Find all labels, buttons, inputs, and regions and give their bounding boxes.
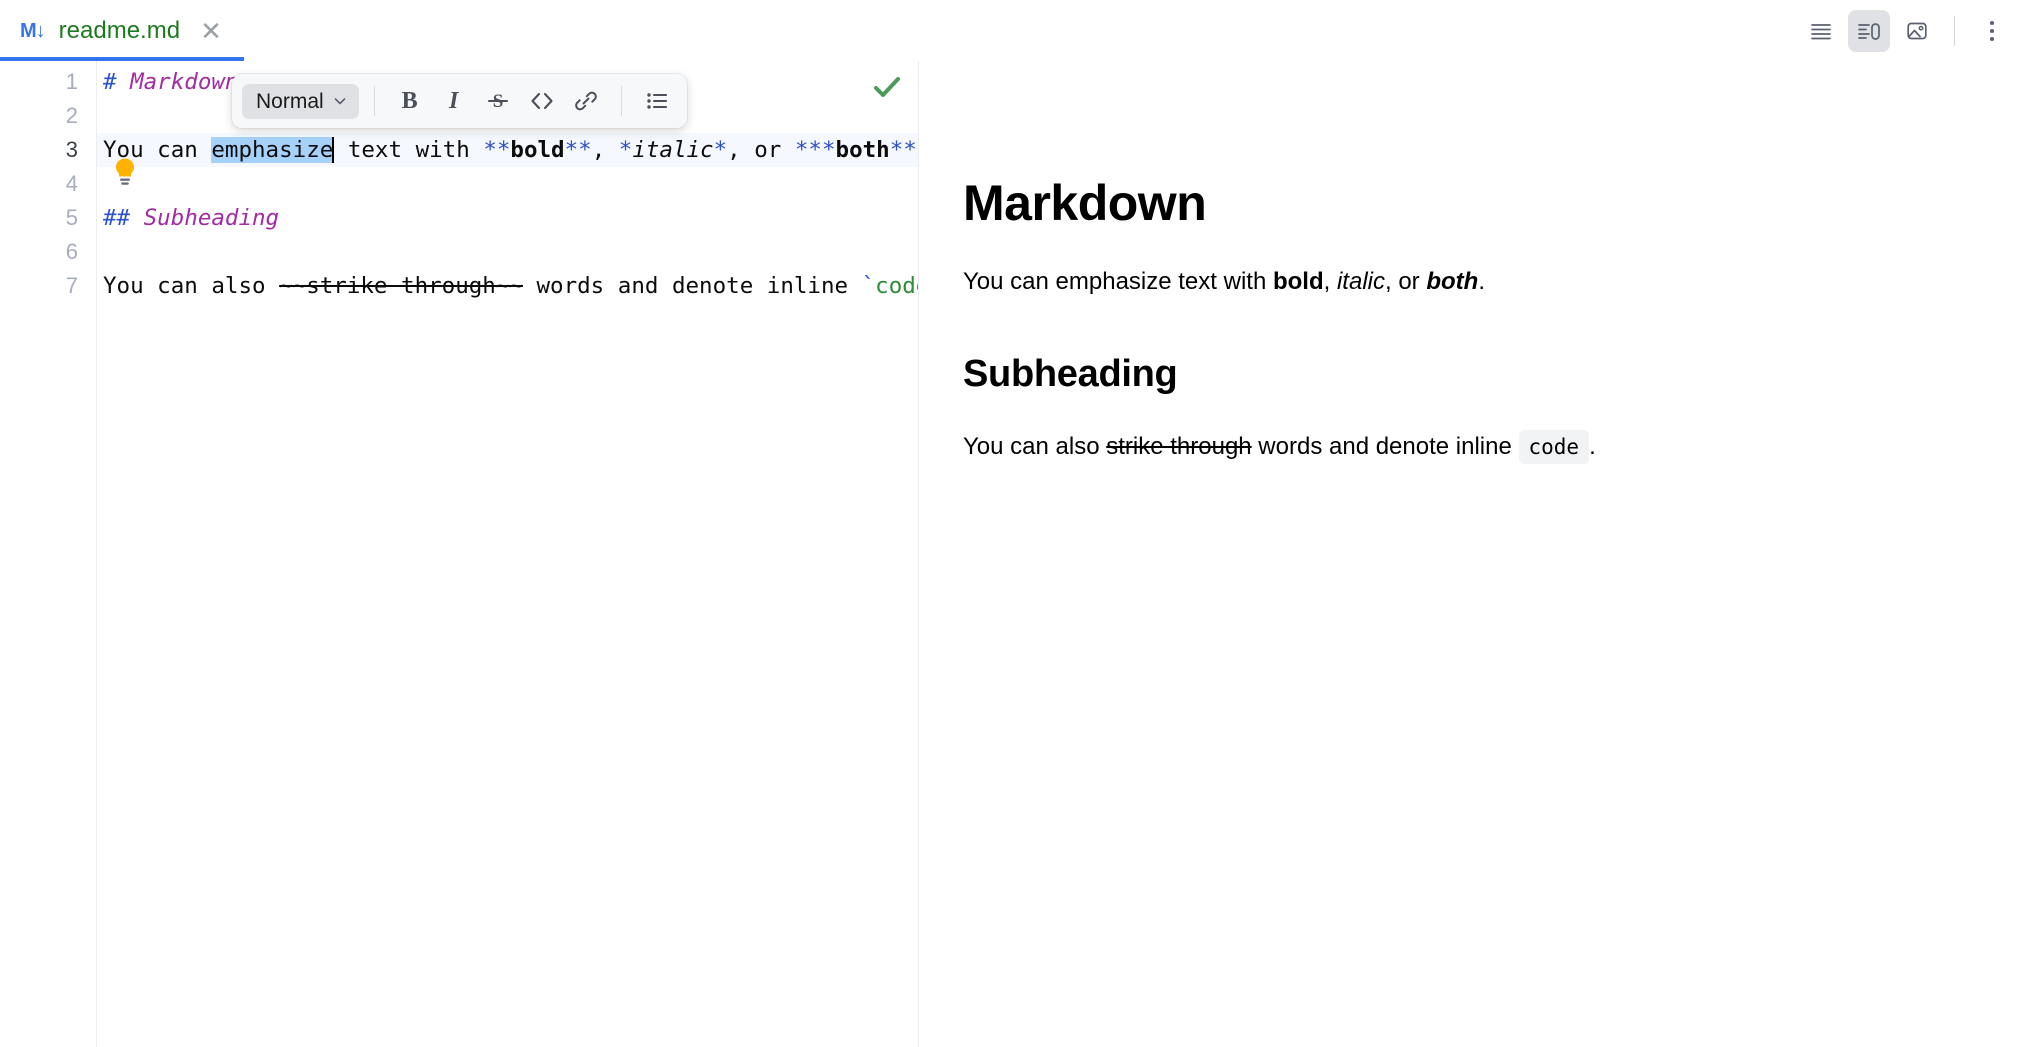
italic-button[interactable]: I (434, 81, 474, 121)
code-icon (529, 88, 555, 114)
selected-text: emphasize (211, 137, 333, 163)
bolditalic-marker: *** (890, 137, 918, 163)
line-number: 3 (0, 133, 78, 167)
line-number: 7 (0, 269, 78, 303)
code-line-5[interactable]: ## Subheading (103, 201, 279, 235)
heading-marker: # (103, 69, 117, 95)
line-number: 5 (0, 201, 78, 235)
code-area[interactable]: # Markdown You can emphasize text with *… (97, 61, 918, 1047)
text-segment: . (1589, 433, 1596, 460)
markdown-file-icon: M↓ (20, 21, 45, 41)
bold-marker: ** (565, 137, 592, 163)
preview-paragraph-1: You can emphasize text with bold, italic… (963, 263, 1965, 300)
text-segment: words and denote inline (523, 273, 862, 299)
heading-text: Markdown (117, 69, 239, 95)
code-button[interactable] (522, 81, 562, 121)
bold-button[interactable]: B (390, 81, 430, 121)
strikethrough-text: ~~strike through~~ (279, 273, 523, 299)
line-number: 2 (0, 99, 78, 133)
text-segment: You can emphasize text with (963, 268, 1273, 295)
link-icon (573, 88, 599, 114)
code-line-1[interactable]: # Markdown (103, 65, 238, 99)
inline-code-text: code (875, 273, 918, 299)
text-segment: . (1478, 268, 1485, 295)
italic-marker: * (714, 137, 728, 163)
preview-paragraph-2: You can also strike through words and de… (963, 428, 1965, 465)
chevron-down-icon (332, 93, 348, 109)
preview-pane: Markdown You can emphasize text with bol… (918, 61, 2025, 1047)
tab-bar: M↓ readme.md ✕ (0, 0, 2025, 61)
toolbar-divider (374, 86, 375, 116)
intention-bulb-icon[interactable] (112, 157, 138, 187)
lines-icon (1809, 19, 1833, 43)
line-number-gutter: 1 2 3 4 5 6 7 (0, 61, 97, 1047)
heading-marker: ## (103, 205, 130, 231)
bold-marker: ** (483, 137, 510, 163)
image-icon (1905, 19, 1929, 43)
tab-filename: readme.md (59, 19, 180, 43)
paragraph-style-dropdown[interactable]: Normal (242, 84, 359, 119)
text-segment: text with (334, 137, 483, 163)
text-segment: , or (727, 137, 795, 163)
split-view-icon (1857, 19, 1881, 43)
markdown-editor-window: M↓ readme.md ✕ (0, 0, 2025, 1047)
close-icon[interactable]: ✕ (200, 18, 222, 44)
inline-code-chip: code (1519, 430, 1590, 464)
italic-marker: * (619, 137, 633, 163)
bullet-list-button[interactable] (637, 81, 677, 121)
text-segment: You can also (963, 433, 1106, 460)
code-line-3[interactable]: You can emphasize text with **bold**, *i… (103, 133, 918, 167)
link-button[interactable] (566, 81, 606, 121)
line-number: 4 (0, 167, 78, 201)
italic-text: italic (632, 137, 713, 163)
bullet-list-icon (644, 88, 670, 114)
code-line-7[interactable]: You can also ~~strike through~~ words an… (103, 269, 918, 303)
preview-heading-2: Subheading (963, 352, 1965, 398)
text-segment: , (592, 137, 619, 163)
editor-pane[interactable]: 1 2 3 4 5 6 7 # Markdown You can emphasi… (0, 61, 918, 1047)
strikethrough-icon: S (485, 88, 511, 114)
code-marker: ` (862, 273, 876, 299)
preview-heading-1: Markdown (963, 173, 1965, 233)
line-number: 1 (0, 65, 78, 99)
text-segment: , or (1385, 268, 1426, 295)
italic-text: italic (1337, 268, 1385, 295)
more-options-button[interactable] (1971, 10, 2013, 52)
bold-text: bold (1273, 268, 1324, 295)
strikethrough-button[interactable]: S (478, 81, 518, 121)
strikethrough-text: strike through (1106, 433, 1251, 460)
bold-italic-text: both (1426, 268, 1478, 295)
line-number: 6 (0, 235, 78, 269)
tab-readme-md[interactable]: M↓ readme.md ✕ (0, 0, 244, 61)
toolbar-divider (621, 86, 622, 116)
floating-format-toolbar: Normal B I S (232, 74, 687, 128)
text-segment: , (1324, 268, 1337, 295)
text-segment: You can also (103, 273, 279, 299)
paragraph-style-value: Normal (256, 91, 324, 112)
inspection-status-check-icon[interactable] (870, 70, 904, 109)
editor-only-view-button[interactable] (1800, 10, 1842, 52)
bolditalic-text: both (836, 137, 890, 163)
bolditalic-marker: *** (795, 137, 836, 163)
heading-text: Subheading (130, 205, 279, 231)
toolbar-divider (1954, 16, 1955, 46)
text-segment: words and denote inline (1252, 433, 1519, 460)
bold-text: bold (510, 137, 564, 163)
view-mode-toolbar (1800, 0, 2013, 61)
preview-view-button[interactable] (1896, 10, 1938, 52)
vertical-dots-icon (1990, 21, 1994, 41)
split-view-button[interactable] (1848, 10, 1890, 52)
